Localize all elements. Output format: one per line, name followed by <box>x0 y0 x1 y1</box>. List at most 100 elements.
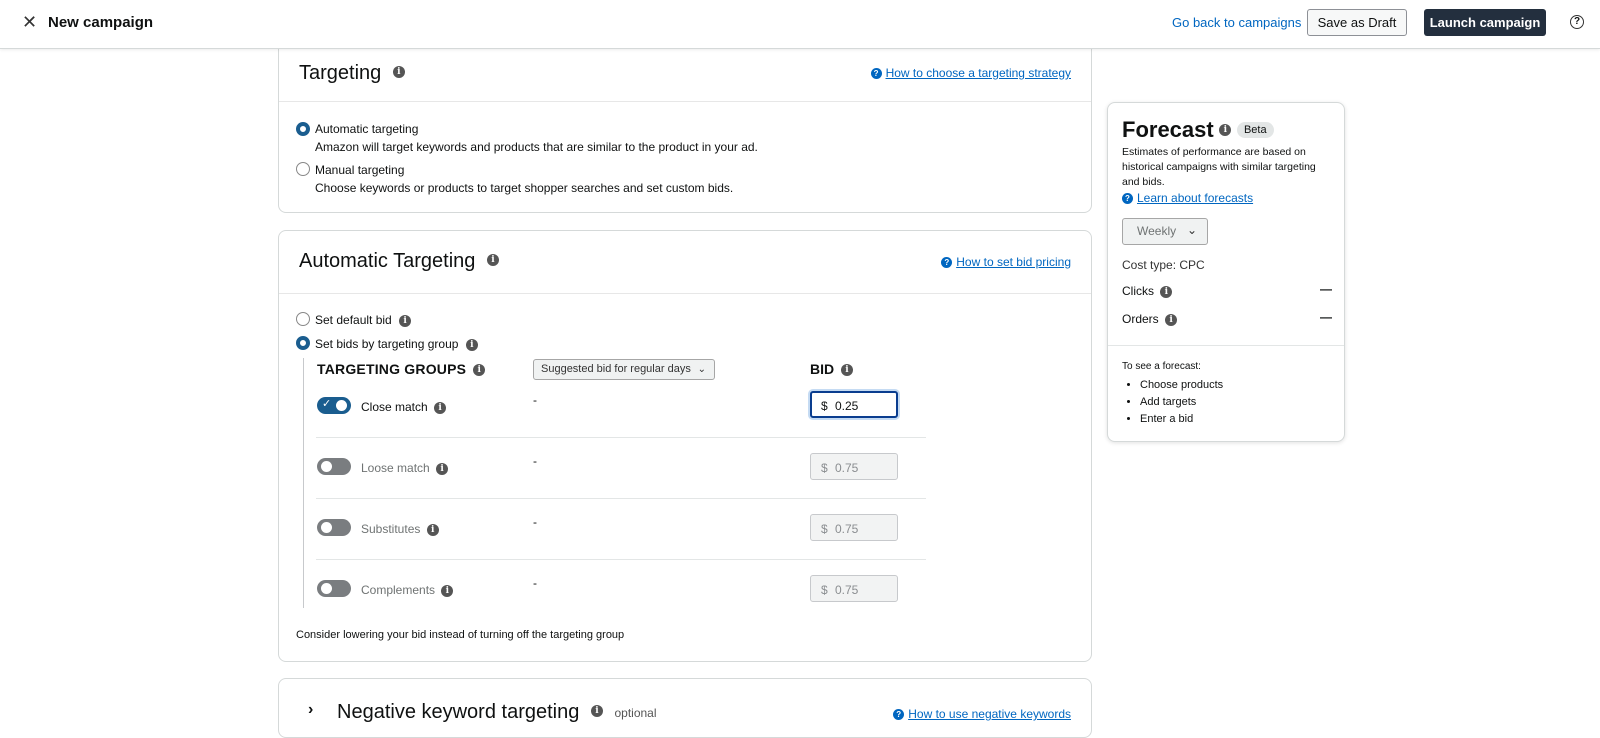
chevron-down-icon: ⌄ <box>1186 223 1197 237</box>
negative-keyword-heading-text: Negative keyword targeting <box>337 701 580 723</box>
bid-value[interactable]: 0.25 <box>835 399 858 413</box>
forecast-header: Forecast i Beta <box>1122 117 1274 143</box>
info-icon[interactable]: i <box>436 462 449 475</box>
negative-keywords-help-link[interactable]: ? How to use negative keywords <box>893 707 1071 721</box>
orders-label: Orders <box>1122 312 1159 326</box>
currency-symbol: $ <box>821 461 828 475</box>
automatic-targeting-card: Automatic Targeting i ? How to set bid pr… <box>278 230 1092 662</box>
automatic-targeting-header: Automatic Targeting i ? How to set bid pr… <box>279 231 1091 294</box>
close-match-text: Close match <box>361 400 428 414</box>
info-icon[interactable]: i <box>1219 124 1232 136</box>
bid-value[interactable]: 0.75 <box>835 461 858 475</box>
info-icon[interactable]: i <box>465 338 478 351</box>
default-bid-text[interactable]: Set default bid <box>315 313 392 327</box>
learn-forecasts-link[interactable]: ? Learn about forecasts <box>1122 191 1253 205</box>
expand-chevron-icon[interactable]: › <box>308 701 313 719</box>
automatic-targeting-label[interactable]: Automatic targeting <box>315 122 418 136</box>
loose-match-suggested: - <box>533 454 537 468</box>
targeting-heading: Targeting i <box>299 62 405 85</box>
info-icon[interactable]: i <box>392 65 405 78</box>
loose-match-toggle[interactable] <box>317 458 351 475</box>
complements-text: Complements <box>361 583 436 597</box>
info-icon[interactable]: i <box>434 401 447 414</box>
bids-by-group-label[interactable]: Set bids by targeting group i <box>315 337 478 351</box>
targeting-card: Targeting i ? How to choose a targeting s… <box>278 48 1092 213</box>
forecast-panel: Forecast i Beta Estimates of performance… <box>1107 102 1345 442</box>
manual-targeting-radio[interactable] <box>296 162 310 176</box>
forecast-steps-title: To see a forecast: <box>1122 361 1201 372</box>
complements-suggested: - <box>533 576 537 590</box>
targeting-card-header: Targeting i ? How to choose a targeting s… <box>279 48 1091 102</box>
period-dropdown[interactable]: Weekly ⌄ <box>1122 218 1208 245</box>
info-icon[interactable]: i <box>426 523 439 536</box>
close-match-label: Close match i <box>361 400 447 414</box>
chevron-down-icon: ⌄ <box>697 364 706 375</box>
targeting-heading-text: Targeting <box>299 62 382 84</box>
launch-campaign-button[interactable]: Launch campaign <box>1424 9 1546 36</box>
forecast-step: Add targets <box>1140 394 1223 411</box>
info-icon[interactable]: i <box>1165 313 1178 326</box>
bid-pricing-help-link[interactable]: ? How to set bid pricing <box>941 255 1071 269</box>
close-match-suggested: - <box>533 393 537 407</box>
suggested-bid-dropdown[interactable]: Suggested bid for regular days ⌄ <box>533 359 715 380</box>
bid-value[interactable]: 0.75 <box>835 583 858 597</box>
default-bid-radio[interactable] <box>296 312 310 326</box>
row-divider <box>316 498 926 499</box>
currency-symbol: $ <box>821 399 828 413</box>
negative-keyword-card[interactable]: › Negative keyword targeting i optional … <box>278 678 1092 738</box>
learn-forecasts-text[interactable]: Learn about forecasts <box>1137 191 1253 205</box>
info-icon[interactable]: i <box>399 314 412 327</box>
suggested-bid-dropdown-label: Suggested bid for regular days <box>541 363 691 375</box>
cost-type: Cost type: CPC <box>1122 258 1205 272</box>
targeting-strategy-help-text[interactable]: How to choose a targeting strategy <box>886 66 1071 80</box>
automatic-targeting-heading-text: Automatic Targeting <box>299 250 476 272</box>
substitutes-bid-input[interactable]: $ 0.75 <box>810 514 898 541</box>
forecast-title: Forecast <box>1122 117 1214 142</box>
optional-label: optional <box>614 705 657 720</box>
default-bid-label[interactable]: Set default bid i <box>315 313 412 327</box>
card-footer-note: Consider lowering your bid instead of tu… <box>296 629 625 641</box>
beta-badge: Beta <box>1236 122 1274 138</box>
toggle-knob <box>321 461 332 472</box>
info-icon[interactable]: i <box>441 584 454 597</box>
close-icon[interactable]: ✕ <box>22 12 37 33</box>
bid-value[interactable]: 0.75 <box>835 522 858 536</box>
targeting-strategy-help-link[interactable]: ? How to choose a targeting strategy <box>870 66 1071 80</box>
substitutes-label: Substitutes i <box>361 522 439 536</box>
complements-bid-input[interactable]: $ 0.75 <box>810 575 898 602</box>
help-circle-icon: ? <box>870 68 882 80</box>
info-icon[interactable]: i <box>473 364 486 377</box>
negative-keywords-help-text[interactable]: How to use negative keywords <box>908 707 1071 721</box>
loose-match-label: Loose match i <box>361 461 449 475</box>
bids-by-group-radio[interactable] <box>296 336 310 350</box>
info-icon[interactable]: i <box>841 364 854 377</box>
forecast-step: Choose products <box>1140 377 1223 394</box>
automatic-targeting-radio[interactable] <box>296 122 310 136</box>
manual-targeting-label[interactable]: Manual targeting <box>315 163 404 177</box>
complements-label: Complements i <box>361 583 454 597</box>
help-icon[interactable]: ? <box>1570 15 1584 29</box>
back-to-campaigns-link[interactable]: Go back to campaigns <box>1172 15 1301 30</box>
info-icon[interactable]: i <box>590 704 603 717</box>
save-draft-button[interactable]: Save as Draft <box>1307 9 1407 36</box>
complements-toggle[interactable] <box>317 580 351 597</box>
toggle-knob <box>321 522 332 533</box>
info-icon[interactable]: i <box>486 253 499 266</box>
forecast-steps-list: Choose products Add targets Enter a bid <box>1140 377 1223 428</box>
clicks-label: Clicks <box>1122 284 1154 298</box>
info-icon[interactable]: i <box>1160 285 1173 298</box>
automatic-targeting-desc: Amazon will target keywords and products… <box>315 140 758 154</box>
close-match-bid-input[interactable]: $ 0.25 <box>810 391 898 418</box>
bid-header: BID i <box>810 361 854 377</box>
toggle-knob <box>336 400 347 411</box>
clicks-value: — <box>1320 282 1332 296</box>
bids-by-group-text[interactable]: Set bids by targeting group <box>315 337 458 351</box>
bid-pricing-help-text[interactable]: How to set bid pricing <box>956 255 1071 269</box>
close-match-toggle[interactable]: ✓ <box>317 397 351 414</box>
forecast-divider <box>1108 345 1344 346</box>
check-icon: ✓ <box>322 398 332 410</box>
loose-match-bid-input[interactable]: $ 0.75 <box>810 453 898 480</box>
substitutes-toggle[interactable] <box>317 519 351 536</box>
help-circle-icon: ? <box>893 709 905 721</box>
substitutes-text: Substitutes <box>361 522 421 536</box>
